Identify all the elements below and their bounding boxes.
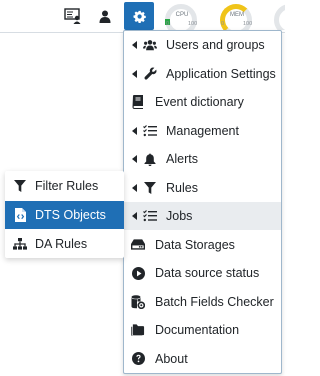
play-circle-icon	[131, 266, 145, 280]
submenu-item-label: DTS Objects	[35, 208, 106, 222]
folder-icon	[131, 323, 145, 337]
db-gear-icon	[131, 294, 145, 309]
menu-item-documentation[interactable]: Documentation	[124, 316, 281, 344]
menu-item-label: Alerts	[166, 152, 198, 166]
menu-item-label: Management	[166, 123, 239, 138]
submenu-item-da-rules[interactable]: DA Rules	[5, 230, 124, 258]
menu-item-application-settings[interactable]: Application Settings	[124, 60, 281, 88]
submenu-item-dts-objects[interactable]: DTS Objects	[5, 201, 124, 229]
settings-button[interactable]	[124, 2, 154, 30]
menu-item-event-dictionary[interactable]: Event dictionary	[124, 88, 281, 116]
filter-icon	[13, 179, 27, 193]
list-check-icon	[143, 124, 157, 138]
menu-item-rules[interactable]: Rules	[124, 174, 281, 202]
menu-item-management[interactable]: Management	[124, 117, 281, 145]
sitemap-icon	[13, 237, 27, 251]
wrench-icon	[143, 67, 157, 81]
menu-item-label: Documentation	[155, 323, 240, 337]
menu-item-jobs[interactable]: Jobs	[124, 202, 281, 230]
cpu-gauge-min: 0	[166, 21, 170, 27]
menu-item-label: Batch Fields Checker	[155, 294, 274, 309]
caret-left-icon	[132, 212, 137, 220]
monitor-user-button[interactable]	[60, 4, 86, 28]
menu-item-label: Jobs	[166, 209, 193, 223]
menu-item-batch-fields-checker[interactable]: Batch Fields Checker	[124, 288, 281, 316]
third-gauge-partial	[272, 2, 285, 30]
menu-item-label: Data Storages	[155, 237, 235, 252]
user-icon	[99, 10, 111, 23]
filter-icon	[143, 181, 157, 195]
book-icon	[131, 95, 145, 109]
file-code-icon	[13, 208, 27, 222]
menu-item-label: Event dictionary	[155, 95, 244, 109]
menu-item-label: Data source status	[155, 266, 260, 280]
submenu-item-label: DA Rules	[35, 237, 88, 251]
monitor-user-icon	[64, 8, 81, 24]
menu-item-label: Application Settings	[166, 66, 276, 81]
list-check-icon	[143, 209, 157, 223]
caret-left-icon	[132, 41, 137, 49]
menu-item-data-storages[interactable]: Data Storages	[124, 231, 281, 259]
menu-item-data-source-status[interactable]: Data source status	[124, 259, 281, 287]
top-toolbar: CPU 0 100 MEM 0 100	[0, 0, 285, 33]
hdd-icon	[131, 238, 145, 252]
mem-gauge-min: 0	[221, 21, 225, 27]
gear-icon	[132, 10, 146, 23]
settings-dropdown-menu: Users and groups Application Settings Ev…	[123, 30, 282, 374]
cpu-gauge-max: 100	[188, 21, 198, 27]
mem-gauge-label: MEM	[230, 12, 244, 18]
bell-icon	[143, 152, 157, 166]
question-circle-icon	[131, 352, 145, 366]
menu-item-label: About	[155, 351, 188, 366]
third-gauge-arc	[274, 4, 285, 30]
mem-gauge-max: 100	[243, 21, 253, 27]
menu-item-label: Rules	[166, 180, 198, 195]
menu-item-users-and-groups[interactable]: Users and groups	[124, 31, 281, 59]
caret-left-icon	[132, 126, 137, 135]
users-icon	[143, 38, 157, 52]
caret-left-icon	[132, 155, 137, 163]
cpu-gauge-label: CPU	[175, 12, 189, 18]
menu-item-alerts[interactable]: Alerts	[124, 145, 281, 173]
submenu-item-filter-rules[interactable]: Filter Rules	[5, 172, 124, 200]
menu-item-label: Users and groups	[166, 38, 265, 52]
mem-gauge: MEM 0 100	[218, 2, 258, 30]
submenu-item-label: Filter Rules	[35, 179, 99, 193]
caret-left-icon	[132, 69, 137, 78]
menu-item-about[interactable]: About	[124, 345, 281, 373]
cpu-gauge: CPU 0 100	[163, 2, 203, 30]
caret-left-icon	[132, 183, 137, 192]
jobs-submenu: Filter Rules DTS Objects DA Rules	[5, 171, 124, 258]
user-button[interactable]	[92, 4, 118, 28]
